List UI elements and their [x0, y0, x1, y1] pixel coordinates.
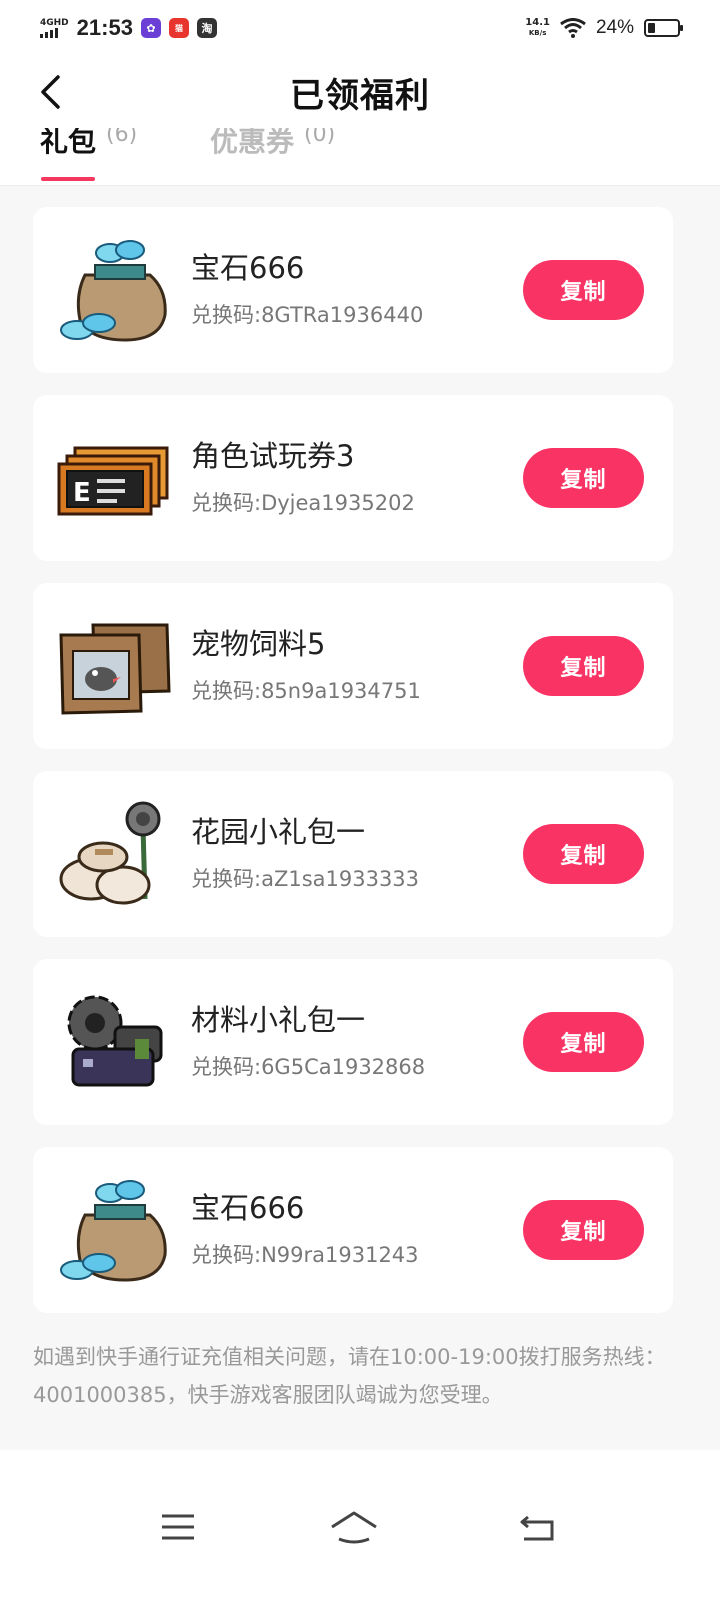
network-speed: 14.1 KB/s	[525, 17, 550, 38]
app-notification-icon: ✿	[140, 18, 161, 38]
gift-card: 宝石666 兑换码:N99ra1931243 复制	[33, 1147, 673, 1313]
tab-gifts[interactable]: 礼包 (6)	[40, 128, 137, 180]
tmall-icon: 猫	[168, 18, 189, 38]
gift-title: 花园小礼包一	[191, 815, 366, 849]
status-left: 4GHD 21:53 ✿ 猫 淘	[40, 15, 217, 41]
battery-icon	[644, 19, 683, 37]
tab-indicator	[41, 177, 95, 181]
gift-code[interactable]: 兑换码:Dyjea1935202	[191, 487, 415, 517]
copy-button[interactable]: 复制	[523, 824, 644, 884]
tab-coupons-count: (0)	[304, 128, 336, 147]
battery-percent: 24%	[595, 17, 634, 38]
tab-coupons-label: 优惠券	[210, 128, 295, 158]
header: 已领福利	[0, 56, 720, 128]
system-nav-bar	[0, 1450, 720, 1600]
gift-title: 宝石666	[191, 1191, 305, 1225]
gift-title: 角色试玩券3	[191, 439, 355, 473]
gem-bag-icon	[60, 1180, 167, 1282]
gift-card: 花园小礼包一 兑换码:aZ1sa1933333 复制	[33, 771, 673, 937]
status-right: 14.1 KB/s 24%	[525, 17, 683, 39]
gift-card: E 角色试玩券3 兑换码:Dyjea1935202 复制	[33, 395, 673, 561]
gift-title: 宝石666	[191, 251, 305, 285]
gift-card: 宝石666 兑换码:8GTRa1936440 复制	[33, 207, 673, 373]
status-bar: 4GHD 21:53 ✿ 猫 淘 14.1 KB/s 24%	[0, 0, 720, 56]
copy-button[interactable]: 复制	[523, 260, 644, 320]
nav-back-button[interactable]	[508, 1500, 568, 1554]
page-title: 已领福利	[290, 75, 430, 116]
gift-title: 宠物饲料5	[191, 627, 326, 661]
gear-materials-icon	[67, 995, 163, 1087]
gift-code[interactable]: 兑换码:8GTRa1936440	[191, 299, 423, 329]
taobao-icon: 淘	[196, 18, 217, 38]
nav-menu-button[interactable]	[148, 1500, 208, 1554]
gift-list: 宝石666 兑换码:8GTRa1936440 复制 E 角色试玩券3 兑换码:D…	[0, 186, 720, 1450]
copy-button[interactable]: 复制	[523, 1012, 644, 1072]
tab-gifts-label: 礼包	[40, 128, 97, 158]
back-icon	[520, 1515, 554, 1541]
network-type: 4GHD	[40, 17, 69, 28]
pet-food-icon	[59, 623, 171, 715]
gift-card: 宠物饲料5 兑换码:85n9a1934751 复制	[33, 583, 673, 749]
home-icon	[331, 1511, 377, 1544]
gift-code[interactable]: 兑换码:6G5Ca1932868	[191, 1051, 425, 1081]
service-notice: 如遇到快手通行证充值相关问题，请在10:00-19:00拨打服务热线：40010…	[33, 1345, 666, 1407]
nav-home-button[interactable]	[324, 1500, 384, 1554]
gift-code[interactable]: 兑换码:85n9a1934751	[191, 675, 421, 705]
gift-title: 材料小礼包一	[191, 1003, 366, 1037]
copy-button[interactable]: 复制	[523, 448, 644, 508]
tab-coupons[interactable]: 优惠券 (0)	[210, 128, 335, 180]
tab-bar: 礼包 (6) 优惠券 (0)	[0, 128, 720, 186]
tab-gifts-count: (6)	[106, 128, 138, 147]
chevron-left-icon	[41, 75, 60, 109]
wifi-icon	[560, 18, 586, 38]
copy-button[interactable]: 复制	[523, 1200, 644, 1260]
copy-button[interactable]: 复制	[523, 636, 644, 696]
signal-icon: 4GHD	[40, 17, 69, 38]
gift-code[interactable]: 兑换码:aZ1sa1933333	[191, 863, 419, 893]
gift-code[interactable]: 兑换码:N99ra1931243	[191, 1239, 419, 1269]
clock: 21:53	[76, 15, 133, 40]
gift-card: 材料小礼包一 兑换码:6G5Ca1932868 复制	[33, 959, 673, 1125]
ticket-icon: E	[57, 446, 169, 516]
menu-icon	[162, 1514, 194, 1540]
back-button[interactable]	[28, 70, 72, 114]
svg-text:E: E	[73, 478, 91, 508]
gem-bag-icon	[60, 240, 167, 342]
garden-bags-icon	[59, 801, 161, 905]
